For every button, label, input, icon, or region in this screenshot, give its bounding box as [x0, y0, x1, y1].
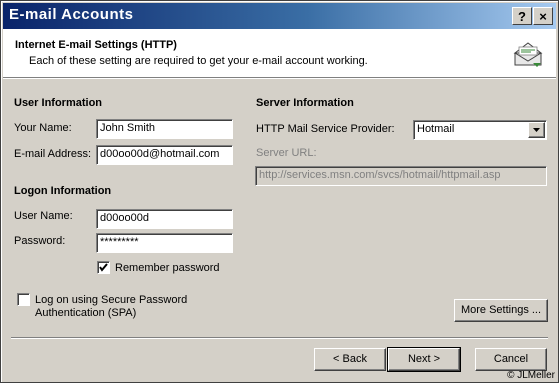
your-name-field[interactable]: John Smith [96, 119, 233, 139]
header-divider [3, 77, 556, 79]
server-url-label: Server URL: [256, 147, 317, 159]
provider-value: Hotmail [417, 123, 455, 135]
header-title: Internet E-mail Settings (HTTP) [15, 39, 177, 51]
title-bar[interactable]: E-mail Accounts ? × [3, 3, 556, 29]
your-name-label: Your Name: [14, 122, 72, 134]
logon-info-heading: Logon Information [14, 185, 112, 197]
email-address-field[interactable]: d00oo00d@hotmail.com [96, 145, 233, 165]
remember-password-checkbox[interactable] [97, 261, 110, 274]
provider-dropdown-button[interactable] [528, 122, 545, 138]
spa-checkbox[interactable] [17, 293, 30, 306]
server-url-field: http://services.msn.com/svcs/hotmail/htt… [255, 166, 547, 186]
remember-password-label[interactable]: Remember password [115, 262, 220, 274]
cancel-button[interactable]: Cancel [475, 348, 547, 371]
header-panel: Internet E-mail Settings (HTTP) Each of … [3, 29, 556, 77]
copyright-text: © JLMeller [507, 370, 555, 381]
back-button[interactable]: < Back [314, 348, 386, 371]
provider-label: HTTP Mail Service Provider: [256, 123, 395, 135]
spa-label[interactable]: Log on using Secure Password Authenticat… [35, 294, 215, 320]
window-title: E-mail Accounts [9, 6, 134, 23]
user-info-heading: User Information [14, 97, 103, 109]
chevron-down-icon [533, 128, 540, 132]
footer-divider [11, 337, 548, 339]
user-name-label: User Name: [14, 210, 73, 222]
close-button[interactable]: × [533, 7, 553, 25]
email-address-label: E-mail Address: [14, 148, 92, 160]
help-button[interactable]: ? [512, 7, 532, 25]
envelope-icon [513, 42, 543, 67]
email-accounts-dialog: E-mail Accounts ? × Internet E-mail Sett… [0, 0, 559, 383]
checkmark-icon [99, 263, 108, 272]
provider-select[interactable]: Hotmail [413, 120, 547, 140]
next-button[interactable]: Next > [387, 347, 461, 372]
header-subtitle: Each of these setting are required to ge… [29, 55, 368, 67]
password-label: Password: [14, 235, 66, 247]
password-field[interactable]: ********* [96, 233, 233, 253]
server-info-heading: Server Information [256, 97, 354, 109]
user-name-field[interactable]: d00oo00d [96, 209, 233, 229]
more-settings-button[interactable]: More Settings ... [454, 299, 548, 322]
